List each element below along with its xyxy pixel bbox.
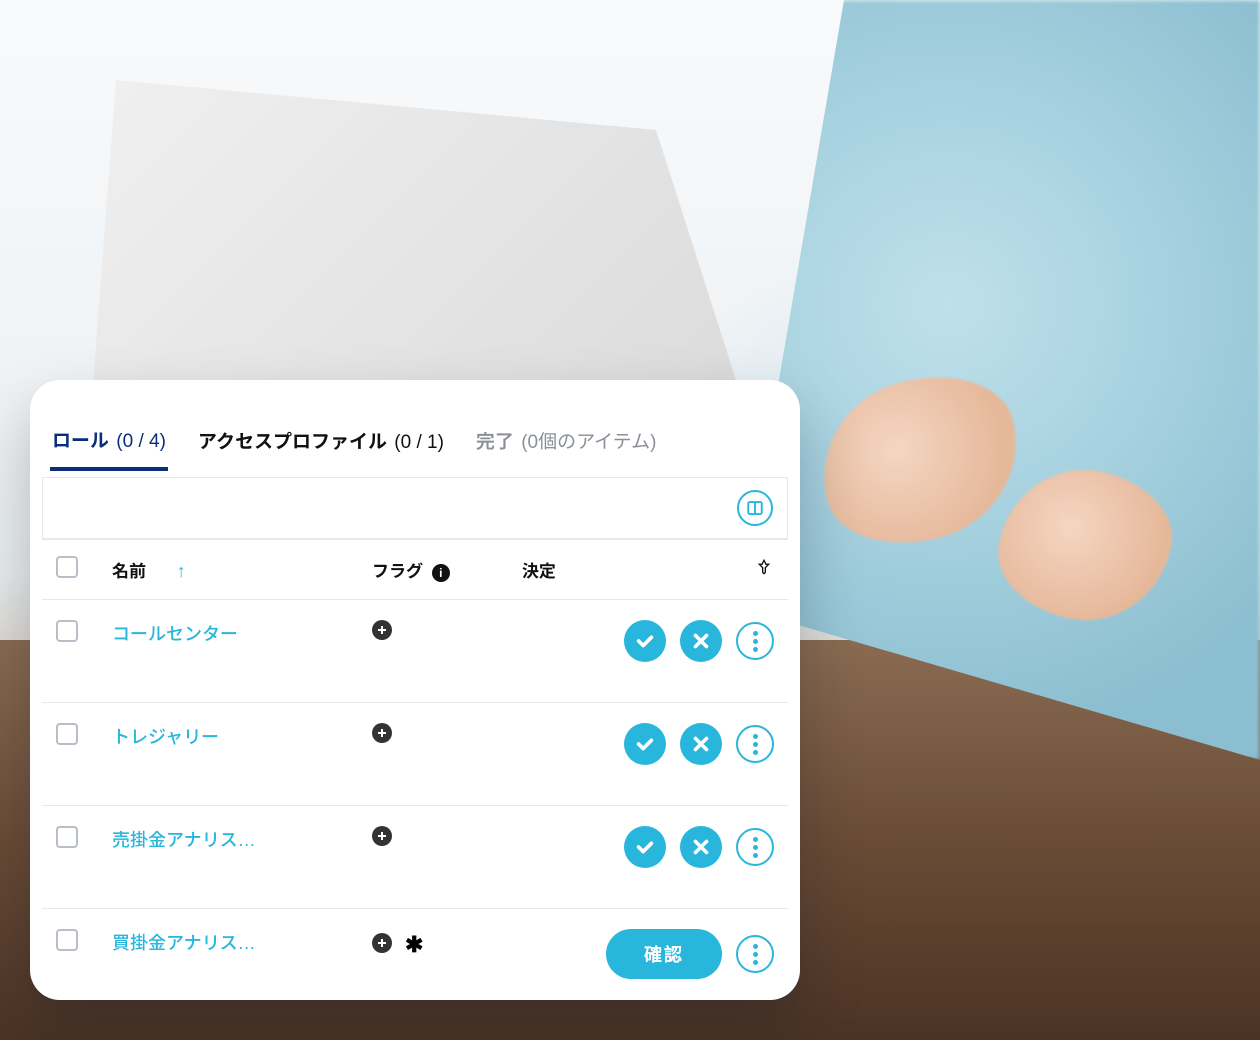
kebab-icon — [753, 944, 758, 965]
select-all-checkbox[interactable] — [56, 556, 78, 578]
x-icon — [690, 630, 712, 652]
table-row: トレジャリー — [42, 703, 788, 806]
add-flag-button[interactable] — [372, 723, 392, 743]
table-toolbar — [42, 477, 788, 539]
tab-access-profiles-count: (0 / 1) — [394, 432, 444, 453]
tab-completed-label: 完了 — [476, 432, 514, 453]
info-icon[interactable]: i — [432, 564, 450, 582]
roles-table: 名前 ↑ フラグ i 決定 — [42, 539, 788, 1019]
tab-roles-count: (0 / 4) — [116, 431, 166, 452]
row-name-link[interactable]: トレジャリー — [112, 727, 219, 747]
plus-icon — [376, 937, 388, 949]
table-header-row: 名前 ↑ フラグ i 決定 — [42, 540, 788, 600]
column-header-name-label: 名前 — [112, 562, 146, 581]
tab-access-profiles[interactable]: アクセスプロファイル (0 / 1) — [196, 421, 446, 468]
x-icon — [690, 836, 712, 858]
sort-ascending-icon: ↑ — [177, 561, 186, 581]
row-checkbox[interactable] — [56, 929, 78, 951]
tab-completed-count: (0個のアイテム) — [521, 432, 656, 453]
confirm-button[interactable]: 確認 — [606, 929, 722, 979]
panel-card: ロール (0 / 4) アクセスプロファイル (0 / 1) 完了 (0個のアイ… — [30, 380, 800, 1000]
tabs: ロール (0 / 4) アクセスプロファイル (0 / 1) 完了 (0個のアイ… — [42, 420, 788, 477]
pin-icon[interactable] — [756, 559, 772, 580]
row-checkbox[interactable] — [56, 723, 78, 745]
row-checkbox[interactable] — [56, 826, 78, 848]
plus-icon — [376, 624, 388, 636]
reject-button[interactable] — [680, 723, 722, 765]
row-name-link[interactable]: 売掛金アナリス… — [112, 830, 256, 850]
row-actions-menu[interactable] — [736, 622, 774, 660]
row-actions-menu[interactable] — [736, 935, 774, 973]
column-header-name[interactable]: 名前 ↑ — [102, 540, 362, 600]
table-row: 売掛金アナリス… — [42, 806, 788, 909]
add-flag-button[interactable] — [372, 826, 392, 846]
approve-button[interactable] — [624, 620, 666, 662]
columns-icon — [746, 499, 764, 517]
kebab-icon — [753, 837, 758, 858]
flag-asterisk-icon: ✱ — [405, 932, 423, 957]
column-header-flag[interactable]: フラグ i — [362, 540, 512, 600]
row-actions-menu[interactable] — [736, 725, 774, 763]
add-flag-button[interactable] — [372, 620, 392, 640]
column-header-decision-label: 決定 — [522, 557, 556, 582]
row-checkbox[interactable] — [56, 620, 78, 642]
kebab-icon — [753, 734, 758, 755]
reject-button[interactable] — [680, 826, 722, 868]
check-icon — [634, 836, 656, 858]
columns-button[interactable] — [737, 490, 773, 526]
column-header-decision: 決定 — [512, 540, 788, 600]
check-icon — [634, 630, 656, 652]
add-flag-button[interactable] — [372, 933, 392, 953]
reject-button[interactable] — [680, 620, 722, 662]
row-actions-menu[interactable] — [736, 828, 774, 866]
check-icon — [634, 733, 656, 755]
column-header-flag-label: フラグ — [372, 562, 423, 581]
row-name-link[interactable]: 買掛金アナリス… — [112, 933, 256, 953]
plus-icon — [376, 830, 388, 842]
tab-roles-label: ロール — [52, 431, 109, 452]
approve-button[interactable] — [624, 826, 666, 868]
table-row: 買掛金アナリス… ✱ 確認 — [42, 909, 788, 1020]
approve-button[interactable] — [624, 723, 666, 765]
plus-icon — [376, 727, 388, 739]
kebab-icon — [753, 631, 758, 652]
row-name-link[interactable]: コールセンター — [112, 624, 238, 644]
tab-access-profiles-label: アクセスプロファイル — [198, 432, 387, 453]
tab-roles[interactable]: ロール (0 / 4) — [50, 420, 168, 471]
tab-completed[interactable]: 完了 (0個のアイテム) — [474, 421, 659, 468]
x-icon — [690, 733, 712, 755]
table-row: コールセンター — [42, 600, 788, 703]
